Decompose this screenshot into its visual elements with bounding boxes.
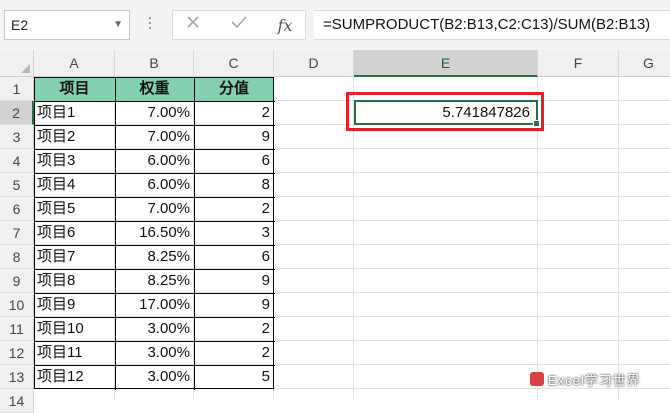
watermark-logo-icon bbox=[530, 372, 544, 386]
cell-score[interactable]: 5 bbox=[194, 365, 274, 389]
chevron-down-icon[interactable]: ▼ bbox=[113, 11, 123, 39]
cell-score[interactable]: 8 bbox=[194, 173, 274, 197]
cell-score[interactable]: 2 bbox=[194, 317, 274, 341]
cell-item[interactable]: 项目8 bbox=[34, 269, 115, 293]
row-header[interactable]: 2 bbox=[0, 101, 34, 125]
cell-item[interactable]: 项目3 bbox=[34, 149, 115, 173]
selected-cell-e2[interactable]: 5.741847826 bbox=[354, 100, 540, 127]
cell-item[interactable]: 项目5 bbox=[34, 197, 115, 221]
row-header[interactable]: 7 bbox=[0, 221, 34, 245]
row-header[interactable]: 3 bbox=[0, 125, 34, 149]
formula-bar: E2 ▼ fx =SUMPRODUCT(B2:B13,C2:C13)/SUM(B… bbox=[0, 0, 670, 50]
cell-item[interactable]: 项目1 bbox=[34, 101, 115, 125]
cell-weight[interactable]: 6.00% bbox=[115, 149, 194, 173]
watermark: Excel学习世界 bbox=[548, 373, 641, 388]
header-cell-score[interactable]: 分值 bbox=[194, 77, 274, 101]
row-header[interactable]: 5 bbox=[0, 173, 34, 197]
cell-weight[interactable]: 7.00% bbox=[115, 101, 194, 125]
cell-weight[interactable]: 3.00% bbox=[115, 317, 194, 341]
column-header-f[interactable]: F bbox=[538, 50, 619, 76]
column-header-bar: A B C D E F G bbox=[0, 50, 670, 77]
cell-weight[interactable]: 7.00% bbox=[115, 125, 194, 149]
cell-score[interactable]: 9 bbox=[194, 269, 274, 293]
cell-score[interactable]: 6 bbox=[194, 149, 274, 173]
fill-handle[interactable] bbox=[533, 120, 540, 127]
cell-score[interactable]: 3 bbox=[194, 221, 274, 245]
row-header[interactable]: 4 bbox=[0, 149, 34, 173]
insert-function-icon[interactable]: fx bbox=[271, 14, 299, 38]
cell-weight[interactable]: 3.00% bbox=[115, 365, 194, 389]
cell-score[interactable]: 9 bbox=[194, 125, 274, 149]
enter-check-icon[interactable] bbox=[225, 14, 253, 38]
cell-item[interactable]: 项目2 bbox=[34, 125, 115, 149]
column-header-b[interactable]: B bbox=[115, 50, 194, 76]
cell-weight[interactable]: 8.25% bbox=[115, 245, 194, 269]
row-header[interactable]: 13 bbox=[0, 365, 34, 389]
row-header[interactable]: 14 bbox=[0, 389, 34, 413]
cell-weight[interactable]: 6.00% bbox=[115, 173, 194, 197]
cell-score[interactable]: 9 bbox=[194, 293, 274, 317]
cell-weight[interactable]: 7.00% bbox=[115, 197, 194, 221]
cell-weight[interactable]: 16.50% bbox=[115, 221, 194, 245]
cell-item[interactable]: 项目12 bbox=[34, 365, 115, 389]
cell-score[interactable]: 2 bbox=[194, 341, 274, 365]
header-cell-item[interactable]: 项目 bbox=[34, 77, 115, 101]
column-header-a[interactable]: A bbox=[34, 50, 115, 76]
name-box-value: E2 bbox=[11, 17, 29, 33]
name-box[interactable]: E2 ▼ bbox=[4, 10, 130, 40]
formula-input[interactable]: =SUMPRODUCT(B2:B13,C2:C13)/SUM(B2:B13) bbox=[314, 10, 670, 40]
column-header-c[interactable]: C bbox=[194, 50, 274, 76]
cell-weight[interactable]: 17.00% bbox=[115, 293, 194, 317]
column-header-e[interactable]: E bbox=[354, 50, 538, 77]
row-header[interactable]: 9 bbox=[0, 269, 34, 293]
cell-value: 5.741847826 bbox=[442, 104, 530, 121]
column-header-d[interactable]: D bbox=[274, 50, 354, 76]
cell-score[interactable]: 2 bbox=[194, 197, 274, 221]
formula-buttons: fx bbox=[172, 10, 306, 40]
cell-item[interactable]: 项目7 bbox=[34, 245, 115, 269]
column-header-g[interactable]: G bbox=[619, 50, 670, 76]
row-header[interactable]: 6 bbox=[0, 197, 34, 221]
drag-handle-icon[interactable] bbox=[148, 14, 152, 36]
cell-item[interactable]: 项目10 bbox=[34, 317, 115, 341]
cell-score[interactable]: 6 bbox=[194, 245, 274, 269]
row-header[interactable]: 12 bbox=[0, 341, 34, 365]
select-all-button[interactable] bbox=[0, 50, 34, 76]
cell-weight[interactable]: 8.25% bbox=[115, 269, 194, 293]
row-header[interactable]: 1 bbox=[0, 77, 34, 101]
row-header[interactable]: 10 bbox=[0, 293, 34, 317]
cell-item[interactable]: 项目11 bbox=[34, 341, 115, 365]
cell-item[interactable]: 项目6 bbox=[34, 221, 115, 245]
cell-item[interactable]: 项目9 bbox=[34, 293, 115, 317]
cell-item[interactable]: 项目4 bbox=[34, 173, 115, 197]
cell-score[interactable]: 2 bbox=[194, 101, 274, 125]
row-header[interactable]: 11 bbox=[0, 317, 34, 341]
row-header[interactable]: 8 bbox=[0, 245, 34, 269]
cancel-icon[interactable] bbox=[179, 14, 207, 38]
cell-weight[interactable]: 3.00% bbox=[115, 341, 194, 365]
header-cell-weight[interactable]: 权重 bbox=[115, 77, 194, 101]
